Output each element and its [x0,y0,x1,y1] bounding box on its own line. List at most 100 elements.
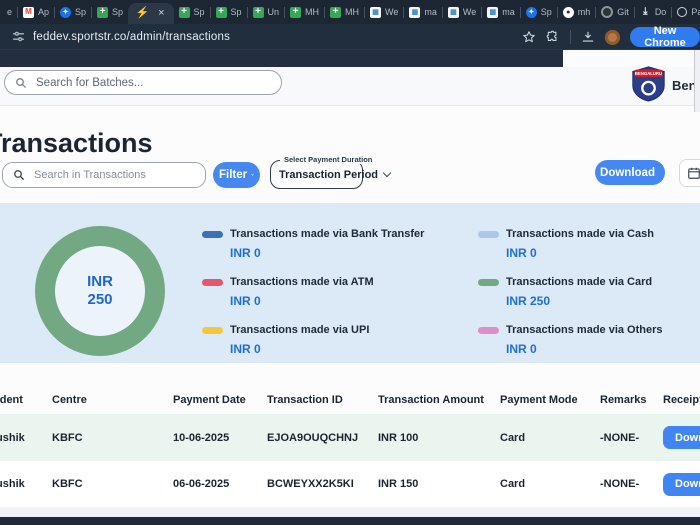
payment-duration-label: Select Payment Duration [280,155,376,164]
site-settings-icon[interactable] [12,30,25,43]
org-crest-logo: BENGALURU [630,65,667,102]
legend-label: Transactions made via Cash [506,228,654,240]
tab-title: Un [268,7,280,17]
browser-tab[interactable]: MAp [18,0,54,24]
green-plus-icon: + [330,7,341,18]
legend-amount: INR 0 [230,294,424,308]
green-plus-icon: + [179,7,190,18]
legend-color-pill [478,231,499,238]
legend-row: Transactions made via UPI [202,323,424,337]
tab-title: Pa [691,7,700,17]
cell-transaction_id: BCWEYXX2K5KI [267,478,354,490]
legend-item: Transactions made via Card INR 250 [478,275,663,308]
scrollbar-track[interactable] [695,50,700,112]
tab-title: ma [424,7,437,17]
downloads-icon[interactable] [581,30,595,44]
browser-tab[interactable]: ●mh [558,0,596,24]
receipt-download-button[interactable]: Download [663,473,700,496]
column-header: Transaction Amount [378,394,484,406]
legend-row: Transactions made via ATM [202,275,424,289]
green-plus-icon: + [216,7,227,18]
legend-item: Transactions made via ATM INR 0 [202,275,424,308]
browser-tab[interactable]: ▦We [365,0,403,24]
payments-donut-chart: INR 250 [35,226,165,356]
chart-legend-left: Transactions made via Bank TransferINR 0… [202,227,424,356]
batches-search-input[interactable] [34,76,271,90]
extensions-icon[interactable] [546,30,560,44]
new-chrome-button[interactable]: New Chrome [630,27,700,47]
tab-title: ma [502,7,515,17]
table-row: KaushikKBFC06-06-2025BCWEYXX2K5KIINR 150… [0,461,700,507]
browser-tab[interactable]: + Un [248,0,285,24]
side-divider [694,50,695,112]
svg-text:BENGALURU: BENGALURU [635,71,662,76]
green-plus-icon: + [253,7,264,18]
filter-button[interactable]: Filter [213,162,260,188]
cell-amount: INR 100 [378,432,418,444]
browser-tab[interactable]: e [2,0,17,24]
search-icon [13,169,25,181]
browser-tab[interactable]: +MH [325,0,364,24]
tab-title: Sp [112,7,123,17]
doc-icon: ▦ [409,7,420,18]
screen: eMAp✦Sp+Sp⚡×+Sp+Sp+Un+MH+MH▦We▦ma▦We▦ma✦… [0,0,700,525]
close-tab-icon[interactable]: × [158,8,164,19]
browser-toolbar: feddev.sportstr.co/admin/transactions Ne… [0,24,700,50]
blue-app-icon: ✦ [60,7,71,18]
browser-tab[interactable]: ▦ma [482,0,520,24]
download-button[interactable]: Download [595,160,665,185]
cell-mode: Card [500,478,525,490]
bookmark-star-icon[interactable] [522,30,536,44]
legend-label: Transactions made via Bank Transfer [230,228,424,240]
browser-tab[interactable]: +MH [285,0,324,24]
horizontal-scrollbar-track[interactable] [0,507,700,517]
legend-amount: INR 0 [230,342,424,356]
browser-tab[interactable]: + Sp [174,0,210,24]
cell-remarks: -NONE- [600,478,639,490]
column-header: Centre [52,394,87,406]
browser-tab-active[interactable]: ⚡× [128,3,173,24]
browser-tab[interactable]: Pa [672,0,700,24]
tab-title: Sp [194,7,205,17]
calendar-button[interactable] [679,159,700,187]
legend-color-pill [202,231,223,238]
search-icon [15,77,27,89]
legend-label: Transactions made via Card [506,276,652,288]
legend-row: Transactions made via Cash [478,227,663,241]
transactions-search[interactable] [2,162,206,188]
green-plus-icon: + [97,7,108,18]
tab-title: Git [617,7,629,17]
legend-color-pill [478,279,499,286]
tab-title: Sp [231,7,242,17]
batches-search[interactable] [4,70,282,95]
legend-item: Transactions made via Bank TransferINR 0 [202,227,424,260]
transactions-search-input[interactable] [32,168,195,182]
table-row: KaushikKBFC10-06-2025EJOA9OUQCHNJINR 100… [0,414,700,461]
toolbar-right-cluster: New Chrome [522,24,700,50]
browser-tab[interactable]: + Sp [211,0,247,24]
browser-tab[interactable]: + Sp [92,0,128,24]
gmail-icon: M [23,7,34,18]
legend-item: Transactions made via OthersINR 0 [478,323,663,356]
browser-tab[interactable]: ▦We [443,0,481,24]
tab-title: Sp [75,7,86,17]
cell-remarks: -NONE- [600,432,639,444]
browser-tab[interactable]: ▦ ma [404,0,442,24]
url-text[interactable]: feddev.sportstr.co/admin/transactions [33,31,230,43]
profile-avatar[interactable] [605,30,620,45]
blue-app-icon: ✦ [526,7,537,18]
legend-color-pill [478,327,499,334]
chevron-down-icon [383,169,391,177]
funnel-icon [251,170,254,180]
browser-tab[interactable]: ✦Sp [521,0,557,24]
doc-icon: ▦ [370,7,381,18]
browser-tab[interactable]: Git [596,0,634,24]
payment-duration-select[interactable]: Select Payment Duration Transaction Peri… [270,160,363,189]
payments-chart-panel: INR 250 Transactions made via Bank Trans… [0,203,700,363]
cell-student: Kaushik [0,432,25,444]
browser-tab[interactable]: ⤓Do [635,0,672,24]
cell-mode: Card [500,432,525,444]
browser-tab[interactable]: ✦ Sp [55,0,91,24]
receipt-download-button[interactable]: Download [663,426,700,449]
legend-amount: INR 250 [506,294,663,308]
